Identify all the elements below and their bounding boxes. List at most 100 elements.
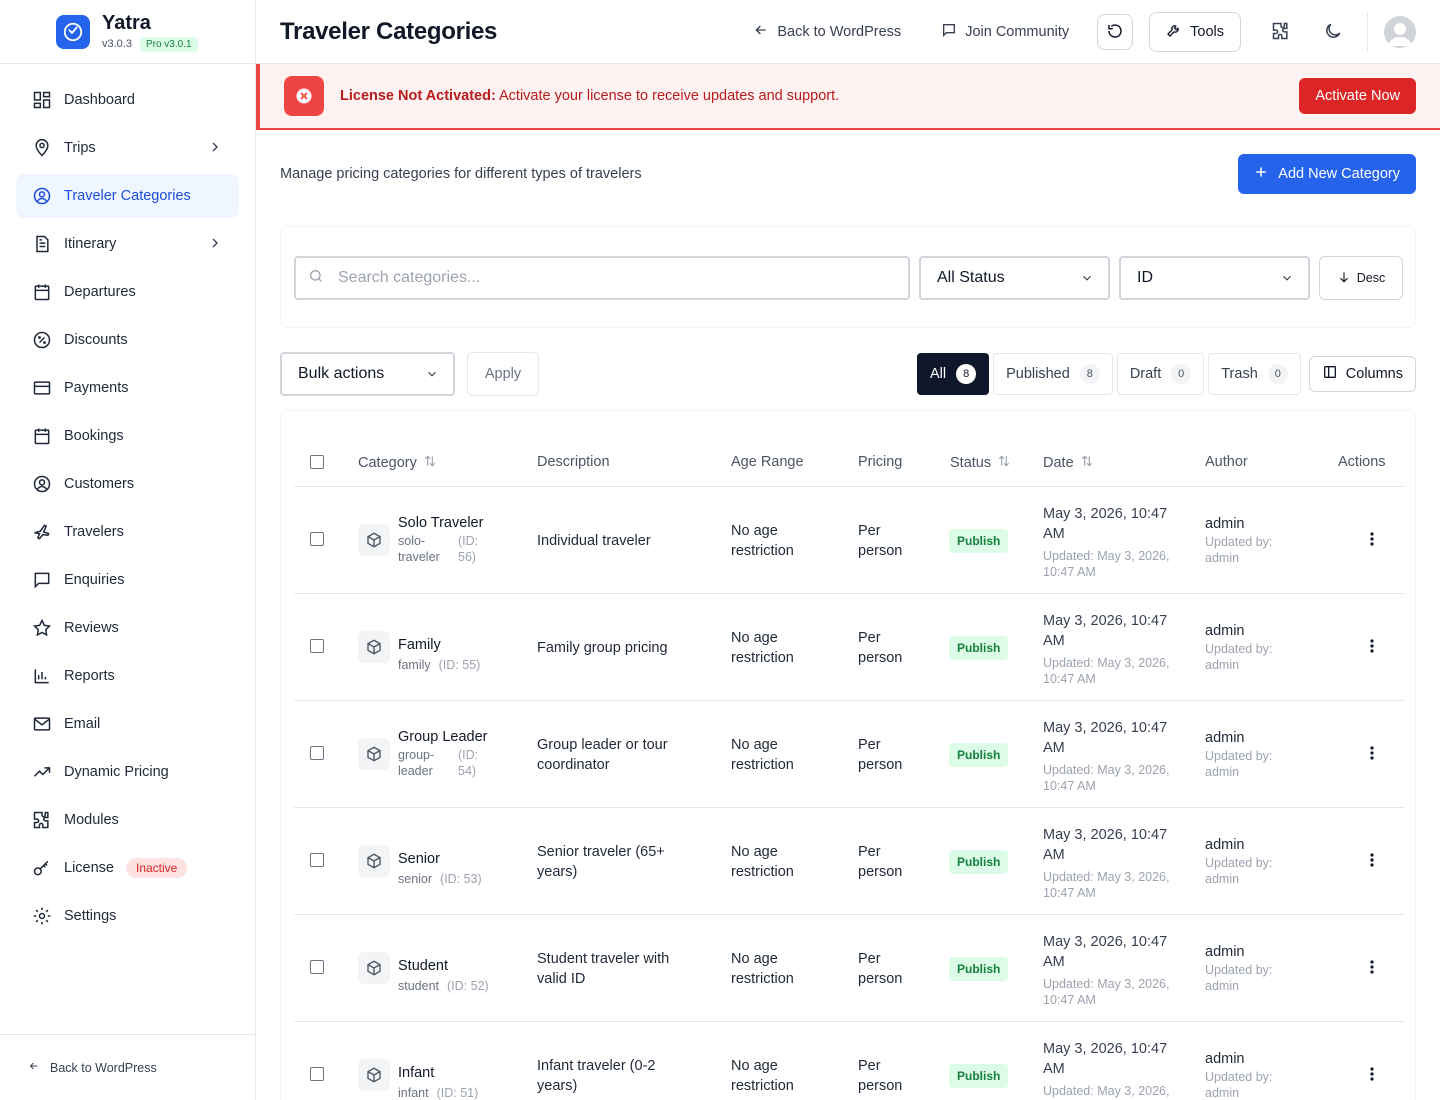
category-name[interactable]: Senior (398, 849, 498, 869)
sidebar-item-trips[interactable]: Trips (16, 126, 239, 170)
select-all-checkbox[interactable] (310, 455, 324, 469)
columns-button[interactable]: Columns (1308, 356, 1416, 392)
user-circle-icon (32, 474, 52, 494)
description-cell: Family group pricing (537, 640, 668, 656)
package-icon (358, 631, 390, 663)
sidebar-item-payments[interactable]: Payments (16, 366, 239, 410)
search-input[interactable]: Search categories... (294, 256, 910, 300)
date-updated: Updated: May 3, 2026, 10:47 AM (1043, 656, 1170, 686)
table-row[interactable]: Group Leader group-leader (ID: 54) Group… (294, 701, 1404, 808)
tab-label: Published (1006, 366, 1070, 382)
sidebar-item-label: Discounts (64, 332, 128, 348)
updated-by: Updated by: admin (1205, 535, 1273, 565)
sort-order-button[interactable]: Desc (1319, 256, 1403, 300)
table-row[interactable]: Infant infant (ID: 51) Infant traveler (… (294, 1022, 1404, 1100)
refresh-button[interactable] (1097, 14, 1134, 50)
bulk-actions-select[interactable]: Bulk actions (280, 352, 455, 396)
sidebar-item-reports[interactable]: Reports (16, 654, 239, 698)
sidebar-item-settings[interactable]: Settings (16, 894, 239, 938)
sidebar-item-departures[interactable]: Departures (16, 270, 239, 314)
category-name[interactable]: Infant (398, 1063, 498, 1083)
sidebar-item-enquiries[interactable]: Enquiries (16, 558, 239, 602)
author-cell: admin Updated by: admin (1205, 621, 1295, 673)
status-badge: Publish (949, 850, 1009, 874)
brand[interactable]: Yatra v3.0.3 Pro v3.0.1 (0, 0, 255, 64)
author-cell: admin Updated by: admin (1205, 728, 1295, 780)
row-checkbox[interactable] (310, 1067, 324, 1081)
sidebar-item-customers[interactable]: Customers (16, 462, 239, 506)
table-row[interactable]: Family family (ID: 55) Family group pric… (294, 594, 1404, 701)
author-name: admin (1205, 730, 1245, 746)
sidebar-item-license[interactable]: License Inactive (16, 846, 239, 890)
column-header-date[interactable]: Date (1043, 454, 1094, 472)
bulk-actions-value: Bulk actions (298, 365, 385, 382)
sort-by-select[interactable]: ID (1119, 256, 1310, 300)
tools-label: Tools (1190, 24, 1224, 40)
sidebar-item-modules[interactable]: Modules (16, 798, 239, 842)
sidebar-item-traveler-categories[interactable]: Traveler Categories (16, 174, 239, 218)
row-actions-button[interactable] (1364, 530, 1380, 550)
apply-button[interactable]: Apply (467, 352, 539, 396)
tab-published[interactable]: Published 8 (993, 353, 1113, 395)
tools-button[interactable]: Tools (1149, 12, 1241, 52)
sidebar-item-reviews[interactable]: Reviews (16, 606, 239, 650)
updated-by: Updated by: admin (1205, 963, 1273, 993)
sidebar-back-to-wordpress[interactable]: Back to WordPress (0, 1034, 255, 1100)
tab-trash[interactable]: Trash 0 (1208, 353, 1301, 395)
sidebar-item-label: Payments (64, 380, 129, 396)
row-actions-button[interactable] (1364, 851, 1380, 871)
category-cell: Infant infant (ID: 51) (398, 1063, 498, 1100)
more-vertical-icon (1370, 959, 1374, 977)
category-name[interactable]: Family (398, 635, 498, 655)
row-actions-button[interactable] (1364, 958, 1380, 978)
category-id: (ID: 51) (436, 1086, 479, 1100)
category-name[interactable]: Student (398, 956, 498, 976)
user-circle-icon (32, 186, 52, 206)
modules-button[interactable] (1263, 14, 1299, 50)
table-row[interactable]: Senior senior (ID: 53) Senior traveler (… (294, 808, 1404, 915)
sidebar-item-dashboard[interactable]: Dashboard (16, 78, 239, 122)
table-row[interactable]: Student student (ID: 52) Student travele… (294, 915, 1404, 1022)
join-community-link[interactable]: Join Community (941, 22, 1069, 42)
column-header-status[interactable]: Status (950, 454, 1011, 472)
row-checkbox[interactable] (310, 960, 324, 974)
row-actions-button[interactable] (1364, 637, 1380, 657)
row-actions-button[interactable] (1364, 1065, 1380, 1085)
column-header-author: Author (1205, 454, 1248, 470)
category-name[interactable]: Solo Traveler (398, 513, 498, 533)
row-actions-button[interactable] (1364, 744, 1380, 764)
sidebar-nav: Dashboard Trips Traveler Categories Itinera… (0, 64, 255, 938)
sidebar-item-bookings[interactable]: Bookings (16, 414, 239, 458)
category-slug: group-leader (398, 748, 435, 778)
row-checkbox[interactable] (310, 746, 324, 760)
tab-count-badge: 8 (1079, 364, 1100, 384)
divider (1367, 12, 1368, 52)
date-created: May 3, 2026, 10:47 AM (1043, 934, 1168, 970)
date-cell: May 3, 2026, 10:47 AM Updated: May 3, 20… (1043, 1039, 1183, 1100)
column-header-pricing: Pricing (858, 454, 903, 470)
table-row[interactable]: Solo Traveler solo-traveler (ID: 56) Ind… (294, 487, 1404, 594)
dark-mode-toggle[interactable] (1315, 14, 1351, 50)
category-name[interactable]: Group Leader (398, 727, 498, 747)
tab-draft[interactable]: Draft 0 (1116, 353, 1205, 395)
row-checkbox[interactable] (310, 853, 324, 867)
tab-all[interactable]: All 8 (917, 353, 990, 395)
tab-label: All (930, 366, 947, 382)
sidebar-item-email[interactable]: Email (16, 702, 239, 746)
row-checkbox[interactable] (310, 532, 324, 546)
chevron-down-icon (1280, 271, 1294, 290)
status-select[interactable]: All Status (919, 256, 1110, 300)
alert-message: License Not Activated: Activate your lic… (340, 88, 839, 104)
sidebar-item-label: License (64, 860, 114, 876)
row-checkbox[interactable] (310, 639, 324, 653)
user-avatar[interactable] (1384, 16, 1416, 48)
sidebar-item-itinerary[interactable]: Itinerary (16, 222, 239, 266)
sidebar-item-travelers[interactable]: Travelers (16, 510, 239, 554)
activate-now-button[interactable]: Activate Now (1299, 78, 1416, 114)
author-cell: admin Updated by: admin (1205, 942, 1295, 994)
column-header-category[interactable]: Category (358, 454, 437, 472)
sidebar-item-dynamic-pricing[interactable]: Dynamic Pricing (16, 750, 239, 794)
add-new-category-button[interactable]: Add New Category (1238, 154, 1416, 194)
back-to-wordpress-link[interactable]: Back to WordPress (753, 22, 901, 42)
sidebar-item-discounts[interactable]: Discounts (16, 318, 239, 362)
